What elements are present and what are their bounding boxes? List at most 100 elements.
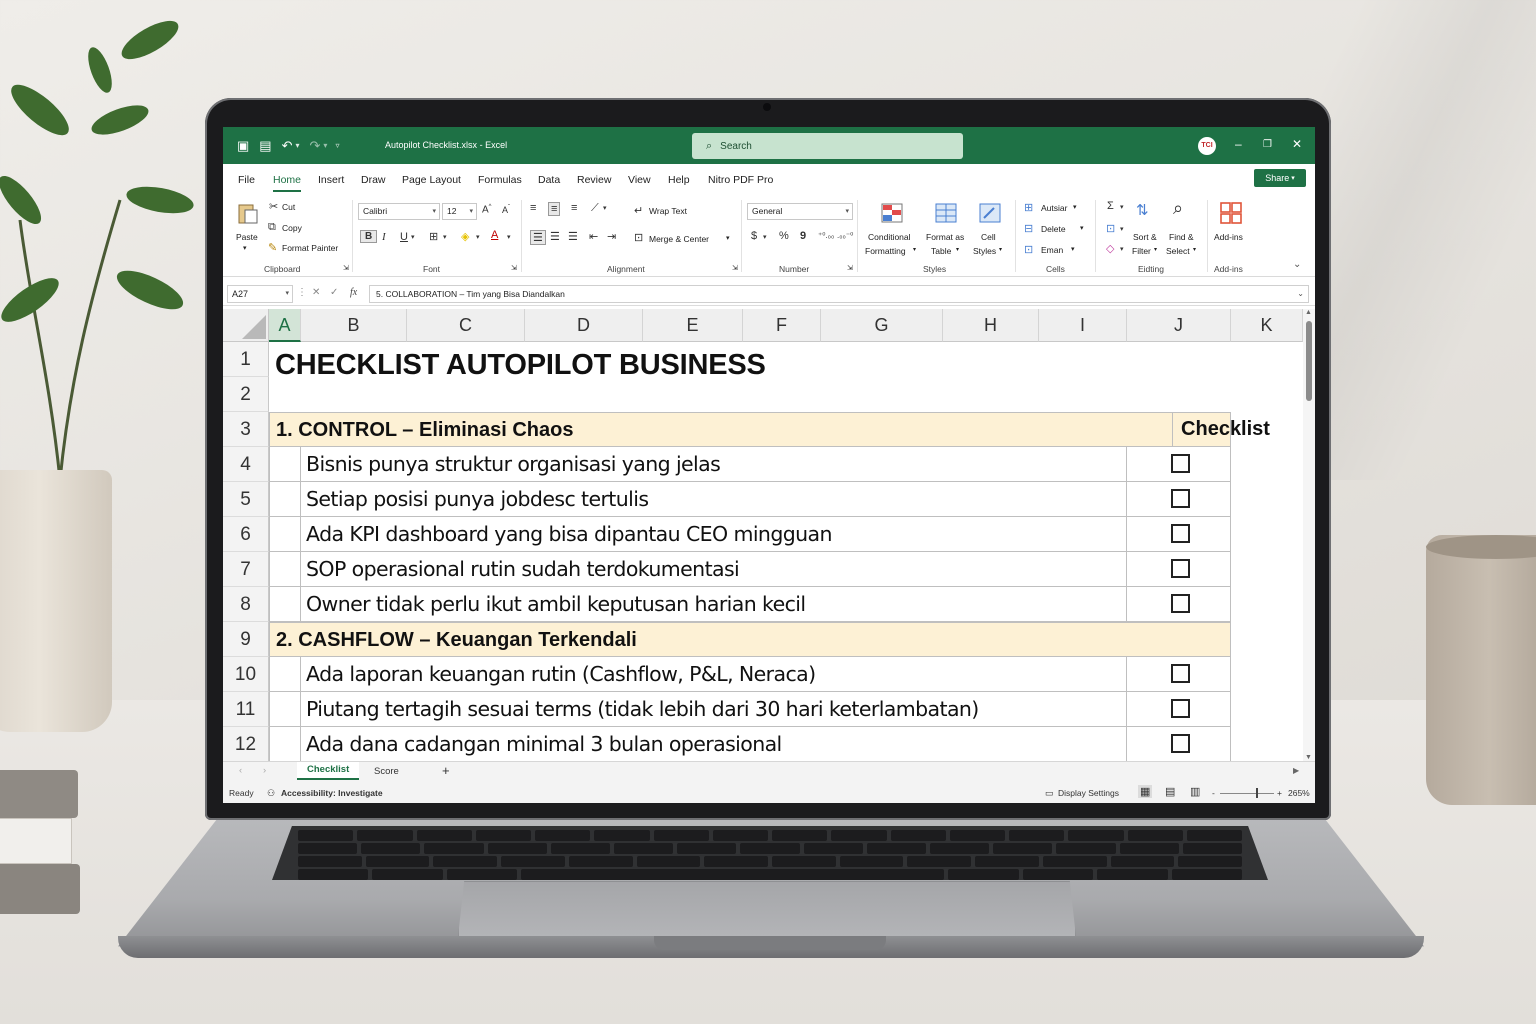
sheet-tab-score[interactable]: Score [374,766,399,777]
format-cells-label[interactable]: Eman [1041,245,1063,255]
checkbox[interactable] [1171,524,1190,543]
decrease-decimal-icon[interactable]: .₀₀⁻⁰ [837,231,853,240]
column-header-a[interactable]: A [269,309,301,342]
align-top-icon[interactable]: ≡ [530,202,536,214]
format-as-table-icon[interactable] [934,202,958,224]
font-size-select[interactable]: 12 ▾ [442,203,477,220]
conditional-dropdown-icon[interactable]: ▾ [913,246,916,253]
checkbox-cell[interactable] [1126,517,1231,551]
table-row[interactable]: SOP operasional rutin sudah terdokumenta… [269,552,1231,587]
checkbox-cell[interactable] [1126,552,1231,586]
clipboard-launcher-icon[interactable]: ⇲ [343,264,349,272]
sort-label[interactable]: Sort & [1133,232,1157,242]
tab-file[interactable]: File [238,174,255,186]
checkbox[interactable] [1171,734,1190,753]
paste-icon[interactable] [236,202,260,224]
accessibility-icon[interactable]: ⚇ [267,788,275,799]
alignment-launcher-icon[interactable]: ⇲ [732,264,738,272]
close-button[interactable]: ✕ [1292,137,1302,151]
redo-icon[interactable]: ↷ [310,138,321,154]
merge-center-icon[interactable]: ⊡ [634,231,643,244]
indent-cell[interactable] [270,517,301,552]
select-label[interactable]: Select [1166,246,1190,256]
sort-filter-icon[interactable]: ⇅ [1136,201,1149,219]
table-row[interactable]: Ada KPI dashboard yang bisa dipantau CEO… [269,517,1231,552]
display-settings-button[interactable]: Display Settings [1058,788,1119,798]
column-header-i[interactable]: I [1039,309,1127,342]
font-family-select[interactable]: Calibri ▾ [358,203,440,220]
indent-cell[interactable] [270,482,301,517]
accessibility-status[interactable]: Accessibility: Investigate [281,788,383,798]
autosum-icon[interactable]: Σ [1107,200,1114,212]
cut-icon[interactable]: ✂ [269,200,278,213]
autosave-icon[interactable]: ▣ [237,138,249,154]
cell-styles-icon[interactable] [978,202,1002,224]
search-box[interactable]: ⌕ Search [692,133,963,159]
conditional-formatting-label-2[interactable]: Formatting [865,246,906,256]
table-row[interactable]: Ada dana cadangan minimal 3 bulan operas… [269,727,1231,761]
add-ins-icon[interactable] [1219,202,1243,224]
table-row[interactable]: Bisnis punya struktur organisasi yang je… [269,447,1231,482]
row-header-9[interactable]: 9 [223,622,269,657]
font-color-dropdown-icon[interactable]: ▾ [507,233,511,241]
prev-sheet-icon[interactable]: ‹ [239,765,242,776]
scroll-right-icon[interactable]: ▶ [1293,766,1299,775]
cell-styles-label-2[interactable]: Styles [973,246,996,256]
tab-insert[interactable]: Insert [318,174,344,186]
zoom-out-icon[interactable]: - [1212,788,1215,798]
italic-button[interactable]: I [382,231,386,243]
paste-label[interactable]: Paste [236,232,258,242]
row-header-8[interactable]: 8 [223,587,269,622]
format-dropdown-icon[interactable]: ▾ [1071,245,1075,253]
underline-button[interactable]: U [400,231,408,243]
increase-decimal-icon[interactable]: ⁺⁰.₀₀ [818,231,834,240]
minimize-button[interactable]: – [1235,137,1242,151]
tab-data[interactable]: Data [538,174,560,186]
tab-nitro-pdf[interactable]: Nitro PDF Pro [708,174,773,186]
checkbox[interactable] [1171,489,1190,508]
more-options-icon[interactable]: ⋮ [297,287,307,298]
number-launcher-icon[interactable]: ⇲ [847,264,853,272]
page-break-view-icon[interactable]: ▥ [1190,785,1200,798]
checkbox-cell[interactable] [1126,657,1231,691]
indent-cell[interactable] [270,692,301,727]
tab-formulas[interactable]: Formulas [478,174,522,186]
insert-cells-icon[interactable]: ⊞ [1024,201,1033,214]
indent-cell[interactable] [270,587,301,622]
format-cells-icon[interactable]: ⊡ [1024,243,1033,256]
column-header-g[interactable]: G [821,309,943,342]
format-as-label-1[interactable]: Format as [926,232,964,242]
sort-filter-dropdown-icon[interactable]: ▾ [1154,246,1157,253]
share-button[interactable]: Share ▾ [1254,169,1306,187]
column-header-k[interactable]: K [1231,309,1303,342]
filter-label[interactable]: Filter [1132,246,1151,256]
increase-font-icon[interactable]: A^ [482,204,492,215]
column-header-d[interactable]: D [525,309,643,342]
table-row[interactable]: Ada laporan keuangan rutin (Cashflow, P&… [269,657,1231,692]
autosum-dropdown-icon[interactable]: ▾ [1120,203,1124,211]
delete-cells-label[interactable]: Delete [1041,224,1066,234]
collapse-ribbon-icon[interactable]: ⌄ [1293,259,1301,270]
row-header-2[interactable]: 2 [223,377,269,412]
checkbox-cell[interactable] [1126,727,1231,761]
align-right-icon[interactable]: ☰ [568,230,578,243]
percent-icon[interactable]: % [779,230,789,242]
copy-icon[interactable]: ⧉ [268,221,276,234]
conditional-formatting-icon[interactable] [880,202,904,224]
cell-styles-label-1[interactable]: Cell [981,232,996,242]
font-color-icon[interactable]: A [491,229,498,241]
row-header-12[interactable]: 12 [223,727,269,761]
cancel-entry-icon[interactable]: ✕ [312,287,320,298]
decrease-font-icon[interactable]: Aˇ [502,205,510,215]
tab-help[interactable]: Help [668,174,690,186]
fill-color-icon[interactable]: ◈ [461,230,469,243]
column-header-j[interactable]: J [1127,309,1231,342]
table-row[interactable]: Setiap posisi punya jobdesc tertulis [269,482,1231,517]
formula-input[interactable]: 5. COLLABORATION – Tim yang Bisa Diandal… [369,285,1309,303]
zoom-slider[interactable] [1220,788,1274,798]
align-center-icon[interactable]: ☰ [550,230,560,243]
row-header-7[interactable]: 7 [223,552,269,587]
insert-dropdown-icon[interactable]: ▾ [1073,203,1077,211]
table-row[interactable]: Piutang tertagih sesuai terms (tidak leb… [269,692,1231,727]
row-header-11[interactable]: 11 [223,692,269,727]
